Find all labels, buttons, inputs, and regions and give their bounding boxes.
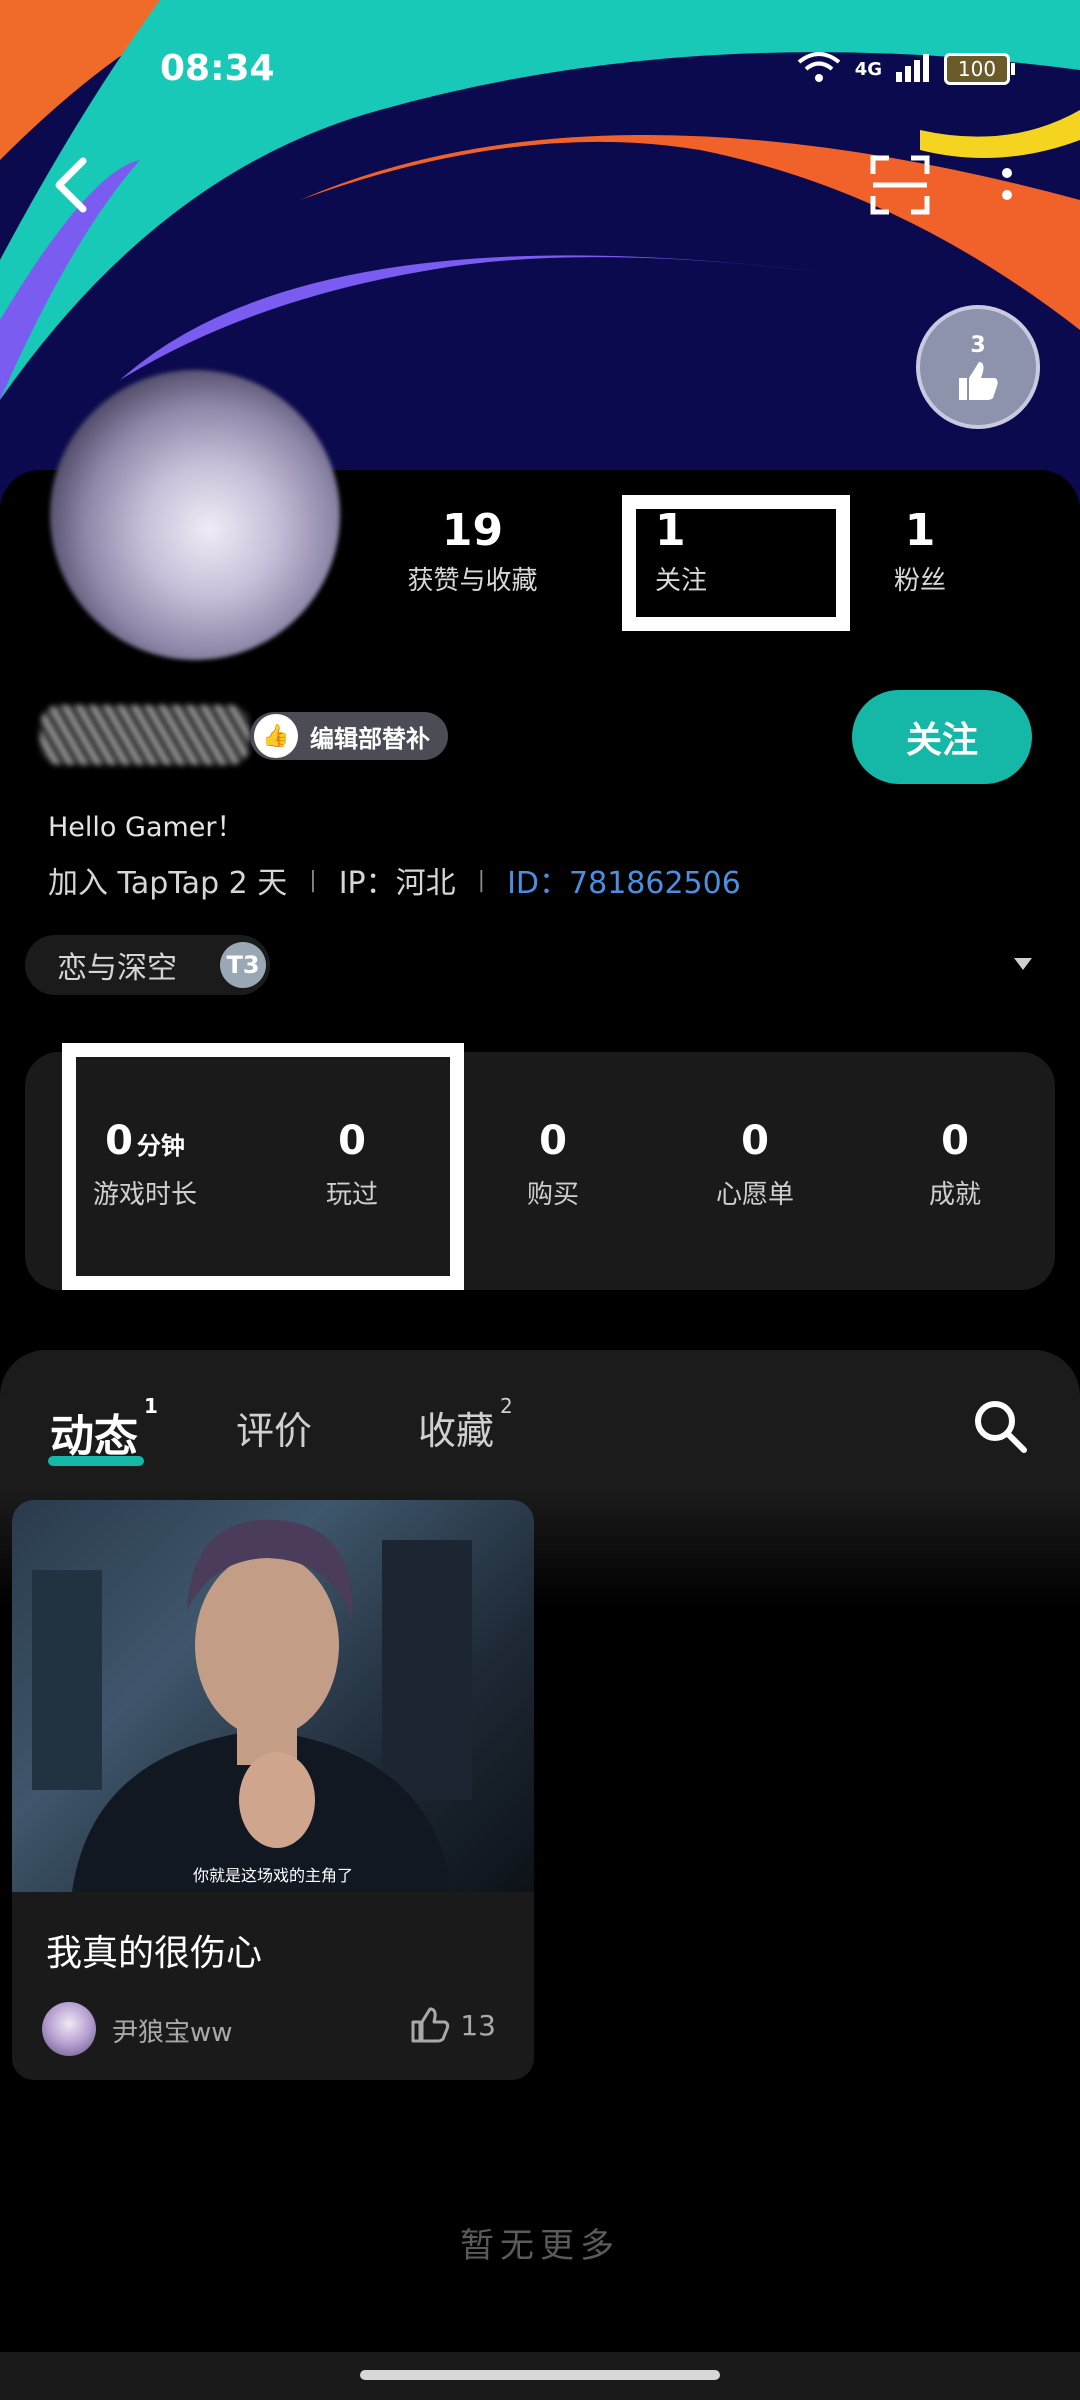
tab-feed-label: 动态 bbox=[50, 1411, 138, 1462]
game-level-icon: T3 bbox=[220, 942, 266, 988]
user-id[interactable]: ID：781862506 bbox=[507, 858, 741, 902]
user-meta: 加入 TapTap 2 天 | IP：河北 | ID：781862506 bbox=[48, 858, 741, 902]
purchased-value: 0 bbox=[539, 1118, 567, 1164]
post-image bbox=[12, 1500, 534, 1892]
stat-fans-label: 粉丝 bbox=[893, 566, 946, 596]
more-vertical-icon bbox=[1002, 168, 1012, 200]
editor-tag[interactable]: 👍 编辑部替补 bbox=[250, 712, 448, 760]
editor-level-badge[interactable]: 3 bbox=[916, 305, 1040, 429]
ip-text: IP：河北 bbox=[338, 866, 456, 901]
tab-reviews[interactable]: 评价 bbox=[236, 1400, 312, 1455]
post-title: 我真的很伤心 bbox=[46, 1933, 263, 1974]
scan-icon bbox=[870, 155, 930, 215]
wishlist-label: 心愿单 bbox=[715, 1180, 794, 1210]
signal-icon bbox=[896, 52, 930, 86]
post-likes[interactable]: 13 bbox=[410, 2006, 496, 2044]
thumbs-up-icon: 👍 bbox=[254, 714, 298, 758]
stat-fans[interactable]: 1 粉丝 bbox=[870, 505, 970, 597]
active-tab-indicator bbox=[48, 1456, 144, 1466]
search-button[interactable] bbox=[970, 1396, 1030, 1456]
user-bio: Hello Gamer！ bbox=[48, 812, 244, 843]
highlight-box-play-stats bbox=[62, 1043, 464, 1290]
wifi-icon bbox=[797, 50, 841, 88]
purchased-label: 购买 bbox=[526, 1180, 579, 1210]
home-indicator[interactable] bbox=[360, 2370, 720, 2380]
badge-level: 3 bbox=[970, 332, 986, 358]
stat-purchased[interactable]: 0 购买 bbox=[453, 1118, 653, 1211]
post-image-caption: 你就是这场戏的主角了 bbox=[192, 1866, 353, 1885]
more-button[interactable] bbox=[972, 150, 1042, 220]
achievements-label: 成就 bbox=[928, 1180, 981, 1210]
post-card[interactable]: 你就是这场戏的主角了 我真的很伤心 尹狼宝ww 13 bbox=[12, 1500, 534, 2080]
user-avatar[interactable] bbox=[50, 370, 340, 660]
likes-count: 13 bbox=[460, 2008, 496, 2042]
battery-indicator: 100 bbox=[944, 53, 1015, 85]
status-bar: 08:34 4G 100 bbox=[0, 40, 1080, 100]
thumbs-up-outline-icon bbox=[411, 2007, 450, 2043]
username bbox=[40, 705, 250, 765]
tab-favorites-label: 收藏 bbox=[418, 1409, 495, 1453]
scan-button[interactable] bbox=[865, 150, 935, 220]
stat-likes-label: 获赞与收藏 bbox=[407, 566, 538, 596]
search-icon bbox=[975, 1401, 1027, 1453]
expand-dropdown-icon[interactable] bbox=[1014, 958, 1032, 970]
post-author[interactable]: 尹狼宝ww bbox=[112, 2012, 233, 2049]
highlight-box-following bbox=[622, 495, 850, 631]
post-image-art bbox=[32, 1519, 472, 1892]
divider: | bbox=[477, 867, 486, 893]
stat-likes-value: 19 bbox=[441, 505, 504, 556]
game-chip-name: 恋与深空 bbox=[57, 951, 177, 986]
stat-wishlist[interactable]: 0 心愿单 bbox=[655, 1118, 855, 1211]
joined-text: 加入 TapTap 2 天 bbox=[48, 866, 288, 901]
back-button[interactable] bbox=[36, 150, 106, 220]
tab-feed[interactable]: 动态1 bbox=[50, 1394, 158, 1464]
tab-feed-count: 1 bbox=[144, 1394, 158, 1418]
stat-fans-value: 1 bbox=[904, 505, 936, 556]
follow-button[interactable]: 关注 bbox=[852, 690, 1032, 784]
tab-favorites-count: 2 bbox=[500, 1394, 513, 1418]
status-time: 08:34 bbox=[160, 48, 275, 89]
thumbs-up-icon bbox=[959, 361, 998, 400]
author-avatar[interactable] bbox=[42, 2002, 96, 2056]
tab-favorites[interactable]: 收藏2 bbox=[418, 1394, 513, 1455]
game-chip[interactable]: 恋与深空 T3 bbox=[25, 935, 270, 995]
back-arrow-icon bbox=[55, 157, 87, 213]
stat-likes[interactable]: 19 获赞与收藏 bbox=[395, 505, 550, 597]
wishlist-value: 0 bbox=[741, 1118, 769, 1164]
divider: | bbox=[309, 867, 317, 893]
achievements-value: 0 bbox=[941, 1118, 969, 1164]
network-label: 4G bbox=[854, 58, 882, 80]
no-more-text: 暂无更多 bbox=[460, 2226, 620, 2266]
stat-achievements[interactable]: 0 成就 bbox=[855, 1118, 1055, 1211]
tab-reviews-label: 评价 bbox=[236, 1409, 313, 1453]
editor-tag-label: 编辑部替补 bbox=[310, 724, 430, 753]
